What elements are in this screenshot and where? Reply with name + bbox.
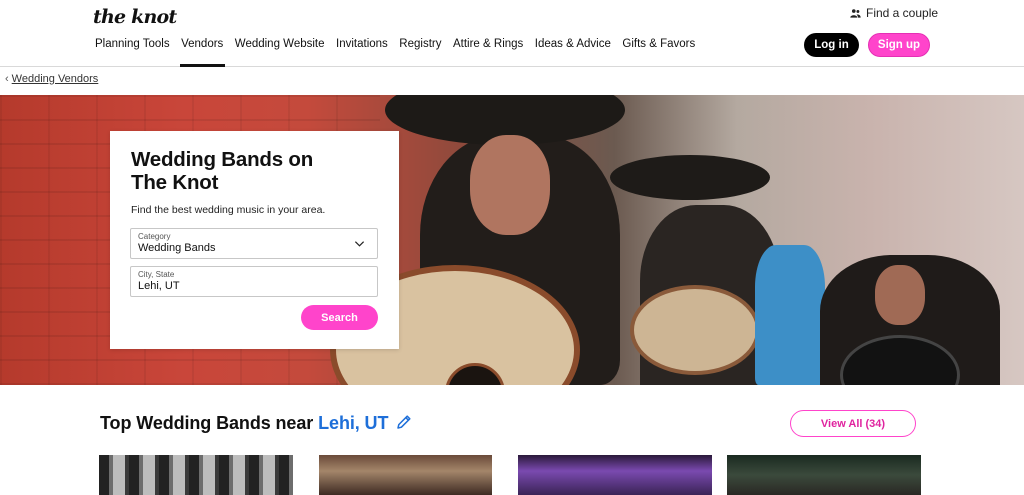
location-value: Lehi, UT xyxy=(138,280,180,292)
nav-item-planning-tools[interactable]: Planning Tools xyxy=(95,38,170,67)
nav-item-invitations[interactable]: Invitations xyxy=(336,38,388,67)
site-header: the knot Find a couple Planning Tools Ve… xyxy=(0,0,1024,67)
login-button[interactable]: Log in xyxy=(804,33,859,57)
vendor-card-image-2[interactable] xyxy=(319,455,492,495)
hero-sombrero-2 xyxy=(610,155,770,200)
nav-item-registry[interactable]: Registry xyxy=(399,38,441,67)
chevron-down-icon xyxy=(354,241,365,247)
hero-musician-1-face xyxy=(470,135,550,235)
nav-item-ideas-advice[interactable]: Ideas & Advice xyxy=(535,38,611,67)
breadcrumb-link-wedding-vendors[interactable]: Wedding Vendors xyxy=(12,73,99,85)
chevron-left-icon: ‹ xyxy=(5,73,9,85)
hero-guest xyxy=(755,245,825,385)
people-icon xyxy=(850,8,861,18)
location-input[interactable]: City, State Lehi, UT xyxy=(130,266,378,297)
section-title-prefix: Top Wedding Bands near xyxy=(100,413,314,433)
hero-guitar-2 xyxy=(630,285,760,375)
the-knot-logo[interactable]: the knot xyxy=(93,6,177,28)
signup-button[interactable]: Sign up xyxy=(868,33,930,57)
breadcrumb: ‹ Wedding Vendors xyxy=(5,73,98,85)
category-label: Category xyxy=(138,232,171,241)
category-value: Wedding Bands xyxy=(138,242,216,254)
search-button[interactable]: Search xyxy=(301,305,378,330)
find-a-couple-link[interactable]: Find a couple xyxy=(850,6,938,20)
view-all-button[interactable]: View All (34) xyxy=(790,410,916,437)
nav-item-wedding-website[interactable]: Wedding Website xyxy=(235,38,325,67)
nav-item-gifts-favors[interactable]: Gifts & Favors xyxy=(622,38,695,67)
hero-musician-3-face xyxy=(875,265,925,325)
section-title-location[interactable]: Lehi, UT xyxy=(318,413,388,434)
category-select[interactable]: Category Wedding Bands xyxy=(130,228,378,259)
vendor-card-image-3[interactable] xyxy=(518,455,712,495)
find-a-couple-label: Find a couple xyxy=(866,6,939,20)
nav-item-vendors[interactable]: Vendors xyxy=(180,38,226,67)
nav-item-attire-rings[interactable]: Attire & Rings xyxy=(453,38,523,67)
main-nav: Planning Tools Vendors Wedding Website I… xyxy=(95,38,707,67)
location-label: City, State xyxy=(138,270,175,279)
page-title: Wedding Bands on The Knot xyxy=(131,148,314,194)
vendor-card-image-4[interactable] xyxy=(727,455,921,495)
pencil-icon[interactable] xyxy=(395,413,413,431)
vendor-search-card: Wedding Bands on The Knot Find the best … xyxy=(110,131,399,349)
section-title: Top Wedding Bands near Lehi, UT xyxy=(100,413,413,434)
vendor-card-image-1[interactable] xyxy=(99,455,293,495)
page-subtitle: Find the best wedding music in your area… xyxy=(131,204,326,216)
